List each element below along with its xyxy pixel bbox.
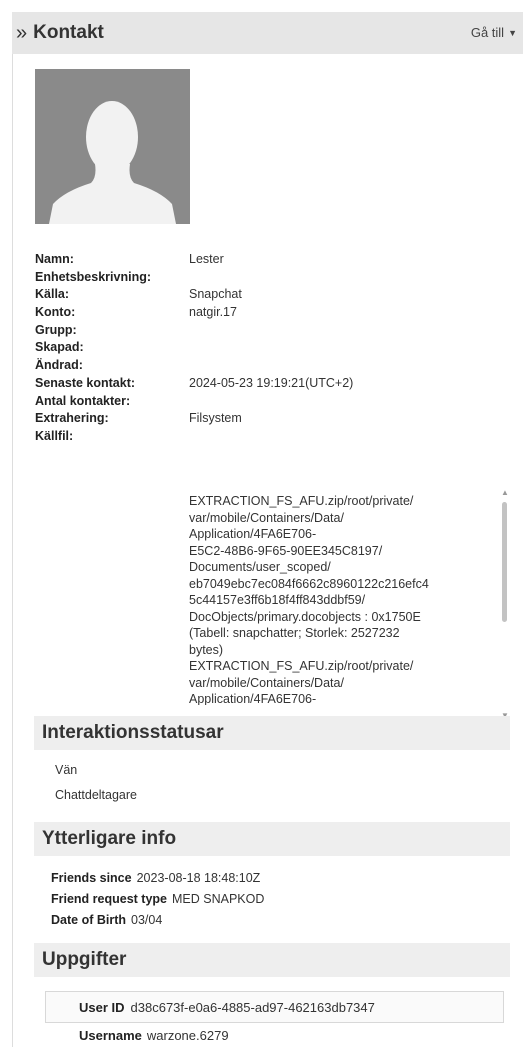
source-file-text[interactable]: EXTRACTION_FS_AFU.zip/root/private/ var/… [189, 493, 475, 705]
page-title: Kontakt [33, 22, 104, 43]
section-title: Ytterligare info [42, 828, 177, 849]
user-id-value: d38c673f-e0a6-4885-ad97-462163db7347 [130, 999, 375, 1015]
caret-down-icon: ▼ [508, 27, 517, 38]
info-value: MED SNAPKOD [172, 892, 265, 906]
source-line: EXTRACTION_FS_AFU.zip/root/private/ [189, 659, 414, 673]
property-key: Enhetsbeskrivning: [35, 269, 151, 284]
info-row: Friend request type MED SNAPKOD [51, 892, 264, 906]
property-row: Antal kontakter: [35, 394, 505, 412]
property-row: Skapad: [35, 340, 505, 358]
property-key: Namn: [35, 252, 74, 266]
username-row: Username warzone.6279 [79, 1028, 229, 1043]
source-line: Application/4FA6E706- [189, 692, 317, 705]
scroll-up-icon[interactable]: ▲ [500, 488, 510, 497]
section-title: Interaktionsstatusar [42, 722, 224, 743]
property-key: Konto: [35, 305, 76, 320]
info-key: Friend request type [51, 892, 167, 906]
property-row: Konto: natgir.17 [35, 305, 505, 323]
avatar [35, 69, 190, 224]
info-row: Friends since 2023-08-18 18:48:10Z [51, 871, 260, 885]
source-scrollbar[interactable]: ▲ ▼ [500, 488, 510, 720]
property-list: Namn: Lester Enhetsbeskrivning: Källa: Sna… [35, 252, 505, 447]
property-value: 2024-05-23 19:19:21(UTC+2) [189, 375, 354, 390]
username-value: warzone.6279 [146, 1028, 229, 1043]
property-key: Skapad: [35, 340, 84, 355]
source-line: Documents/user_scoped/ [189, 560, 331, 574]
scroll-thumb[interactable] [502, 502, 507, 622]
info-value: 03/04 [131, 913, 163, 927]
panel-header: » Kontakt Gå till ▼ [12, 12, 523, 54]
source-line: 5c44157e3ff6b18f4ff843ddbf59/ [189, 593, 366, 607]
goto-dropdown[interactable]: Gå till ▼ [471, 25, 517, 40]
property-value: Lester [189, 252, 224, 266]
section-title: Uppgifter [42, 949, 127, 970]
source-line: var/mobile/Containers/Data/ [189, 675, 344, 690]
property-row: Källfil: [35, 429, 505, 447]
user-id-key: User ID [79, 999, 125, 1015]
property-row: Källa: Snapchat [35, 287, 505, 305]
source-line: bytes) [189, 642, 224, 657]
goto-label: Gå till [470, 25, 505, 40]
user-id-row[interactable]: User ID d38c673f-e0a6-4885-ad97-462163db… [45, 991, 504, 1023]
property-key: Källfil: [35, 428, 74, 443]
status-item: Vän [55, 763, 78, 777]
info-key: Date of Birth [51, 913, 126, 927]
info-row: Date of Birth 03/04 [51, 913, 162, 927]
info-key: Friends since [51, 871, 132, 885]
info-value: 2023-08-18 18:48:10Z [136, 871, 261, 885]
property-key: Ändrad: [35, 358, 83, 373]
property-key: Extrahering: [35, 411, 109, 426]
source-line: EXTRACTION_FS_AFU.zip/root/private/ [189, 494, 414, 508]
property-key: Antal kontakter: [35, 393, 131, 408]
property-row: Extrahering: Filsystem [35, 411, 505, 429]
property-row: Enhetsbeskrivning: [35, 270, 505, 288]
property-row: Grupp: [35, 323, 505, 341]
source-line: var/mobile/Containers/Data/ [189, 510, 344, 525]
source-line: Application/4FA6E706- [189, 527, 317, 541]
property-value: natgir.17 [189, 305, 237, 320]
collapse-chevron-icon[interactable]: » [16, 23, 27, 43]
person-silhouette-icon [49, 101, 176, 224]
section-details-header: Uppgifter [34, 943, 510, 977]
section-extra-header: Ytterligare info [34, 822, 510, 856]
property-value: Filsystem [189, 411, 242, 426]
property-row: Ändrad: [35, 358, 505, 376]
property-key: Källa: [35, 287, 70, 302]
source-line: DocObjects/primary.docobjects : 0x1750E [189, 609, 421, 624]
username-key: Username [79, 1028, 142, 1043]
section-interaction-header: Interaktionsstatusar [34, 716, 510, 750]
property-key: Senaste kontakt: [35, 375, 136, 390]
property-row: Namn: Lester [35, 252, 505, 270]
status-item: Chattdeltagare [55, 788, 138, 802]
property-value: Snapchat [189, 287, 242, 302]
property-row: Senaste kontakt: 2024-05-23 19:19:21(UTC+… [35, 376, 505, 394]
source-line: eb7049ebc7ec084f6662c8960122c216efc4 [189, 576, 429, 591]
source-line: (Tabell: snapchatter; Storlek: 2527232 [189, 626, 400, 640]
source-line: E5C2-48B6-9F65-90EE345C8197/ [189, 543, 383, 558]
property-key: Grupp: [35, 322, 77, 337]
